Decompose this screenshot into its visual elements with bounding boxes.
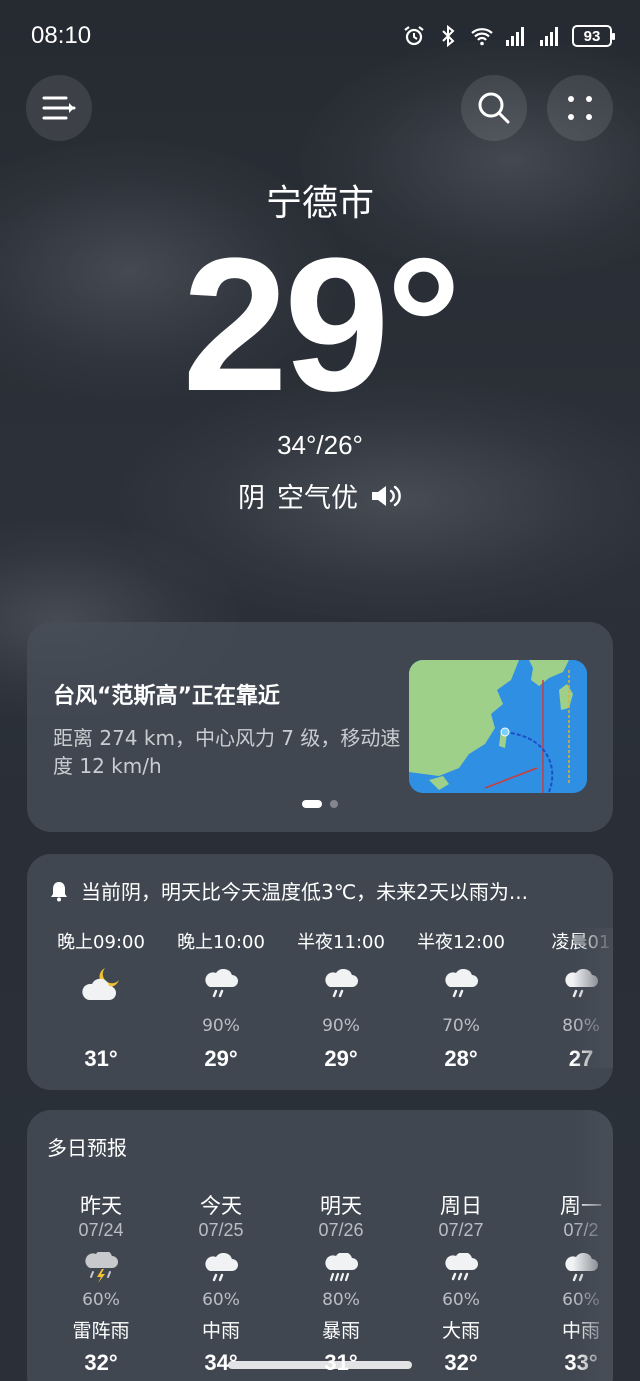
rain-cloud-icon	[521, 1248, 613, 1288]
day-condition: 暴雨	[321, 1320, 360, 1342]
search-icon	[478, 92, 510, 124]
day-condition: 雷阵雨	[72, 1320, 130, 1342]
day-name: 明天	[320, 1194, 362, 1218]
menu-button[interactable]	[26, 75, 92, 141]
hourly-list[interactable]: 晚上09:00 31° 晚上10:00 90% 29° 半夜11:00 90% …	[27, 928, 613, 1071]
hour-precip: 90%	[322, 1016, 360, 1036]
typhoon-description: 距离 274 km，中心风力 7 级，移动速度 12 km/h	[53, 726, 401, 778]
home-indicator[interactable]	[228, 1361, 412, 1369]
day-precip: 60%	[442, 1290, 480, 1310]
hi-lo-temperature: 34°/26°	[277, 430, 363, 460]
hour-temp: 28°	[444, 1046, 478, 1071]
bluetooth-icon	[442, 24, 455, 48]
heavy-rain-icon	[281, 1248, 401, 1288]
day-temp: 32°	[444, 1350, 478, 1375]
hour-time: 半夜11:00	[297, 932, 385, 953]
typhoon-title: 台风“范斯高”正在靠近	[53, 684, 280, 709]
hour-time: 晚上09:00	[57, 932, 145, 953]
hour-time: 半夜12:00	[417, 932, 505, 953]
day-condition: 中雨	[561, 1320, 600, 1342]
status-bar: 08:10 93	[0, 0, 640, 72]
hour-temp: 27	[568, 1046, 594, 1071]
day-temp: 32°	[84, 1350, 118, 1375]
hour-temp: 31°	[84, 1046, 118, 1071]
speaker-icon[interactable]	[370, 483, 402, 509]
moon-cloud-icon	[41, 958, 161, 1010]
hour-item[interactable]: 半夜11:00 90% 29°	[281, 928, 401, 1072]
day-name: 今天	[200, 1194, 242, 1218]
signal-icon	[506, 27, 524, 46]
condition-row: 阴 空气优	[0, 476, 640, 515]
day-date: 07/27	[438, 1220, 484, 1240]
bell-icon	[51, 881, 67, 901]
current-temperature: 29°	[182, 219, 461, 431]
rain-cloud-icon	[161, 1248, 281, 1288]
hour-temp: 29°	[204, 1046, 238, 1071]
rain-cloud-icon	[161, 958, 281, 1010]
typhoon-card[interactable]: 台风“范斯高”正在靠近 距离 274 km，中心风力 7 级，移动速度 12 k…	[27, 622, 613, 832]
rain-cloud-icon	[521, 958, 613, 1010]
status-time: 08:10	[31, 22, 92, 49]
hour-item[interactable]: 晚上09:00 31°	[41, 928, 161, 1072]
hour-precip: 70%	[442, 1016, 480, 1036]
day-date: 07/25	[198, 1220, 244, 1240]
day-date: 07/2	[563, 1220, 599, 1240]
day-precip: 80%	[322, 1290, 360, 1310]
day-precip: 60%	[562, 1290, 600, 1310]
weather-alert[interactable]: 当前阴，明天比今天温度低3℃，未来2天以雨为...	[49, 876, 528, 905]
day-name: 昨天	[80, 1194, 122, 1218]
signal-icon-2	[540, 27, 558, 46]
hour-time: 凌晨01	[551, 932, 611, 953]
day-name: 周一	[560, 1194, 602, 1218]
day-date: 07/26	[318, 1220, 364, 1240]
hour-time: 晚上10:00	[177, 932, 265, 953]
air-quality[interactable]: 空气优	[277, 476, 358, 515]
daily-forecast-title: 多日预报	[47, 1136, 127, 1160]
rain-cloud-icon	[401, 1248, 521, 1288]
day-name: 周日	[440, 1194, 482, 1218]
more-button[interactable]	[547, 75, 613, 141]
day-item[interactable]: 明天 07/26 80% 暴雨 31°	[281, 1190, 401, 1376]
hour-precip: 90%	[202, 1016, 240, 1036]
daily-forecast-card: 多日预报 昨天 07/24 60% 雷阵雨 32° 今天 07/25 60% 中…	[27, 1110, 613, 1381]
hour-item[interactable]: 半夜12:00 70% 28°	[401, 928, 521, 1072]
rain-cloud-icon	[401, 958, 521, 1010]
battery-indicator: 93	[572, 25, 615, 47]
alarm-icon	[404, 26, 424, 46]
status-icons: 93	[402, 24, 615, 48]
day-item[interactable]: 周一 07/2 60% 中雨 33°	[521, 1190, 613, 1376]
carousel-dot-active	[302, 800, 322, 808]
day-condition: 大雨	[441, 1320, 480, 1342]
hour-item[interactable]: 晚上10:00 90% 29°	[161, 928, 281, 1072]
day-item[interactable]: 今天 07/25 60% 中雨 34°	[161, 1190, 281, 1376]
day-item[interactable]: 周日 07/27 60% 大雨 32°	[401, 1190, 521, 1376]
hour-precip	[41, 1016, 161, 1040]
day-item[interactable]: 昨天 07/24 60% 雷阵雨 32°	[41, 1190, 161, 1376]
thunderstorm-icon	[41, 1248, 161, 1288]
hour-temp: 29°	[324, 1046, 358, 1071]
carousel-dot	[330, 800, 338, 808]
alert-text: 当前阴，明天比今天温度低3℃，未来2天以雨为...	[81, 880, 528, 904]
wifi-icon	[471, 28, 493, 46]
typhoon-map-image[interactable]	[409, 660, 587, 793]
hour-item[interactable]: 凌晨01 80% 27	[521, 928, 613, 1072]
search-button[interactable]	[461, 75, 527, 141]
day-temp: 33°	[564, 1350, 598, 1375]
condition-text: 阴	[238, 483, 265, 514]
day-precip: 60%	[202, 1290, 240, 1310]
hour-precip: 80%	[562, 1016, 600, 1036]
hourly-forecast-card: 当前阴，明天比今天温度低3℃，未来2天以雨为... 晚上09:00 31° 晚上…	[27, 854, 613, 1090]
menu-icon	[42, 96, 76, 120]
day-date: 07/24	[78, 1220, 124, 1240]
day-precip: 60%	[82, 1290, 120, 1310]
more-dots-icon	[568, 96, 592, 120]
day-condition: 中雨	[201, 1320, 240, 1342]
rain-cloud-icon	[281, 958, 401, 1010]
carousel-dots	[27, 800, 613, 808]
